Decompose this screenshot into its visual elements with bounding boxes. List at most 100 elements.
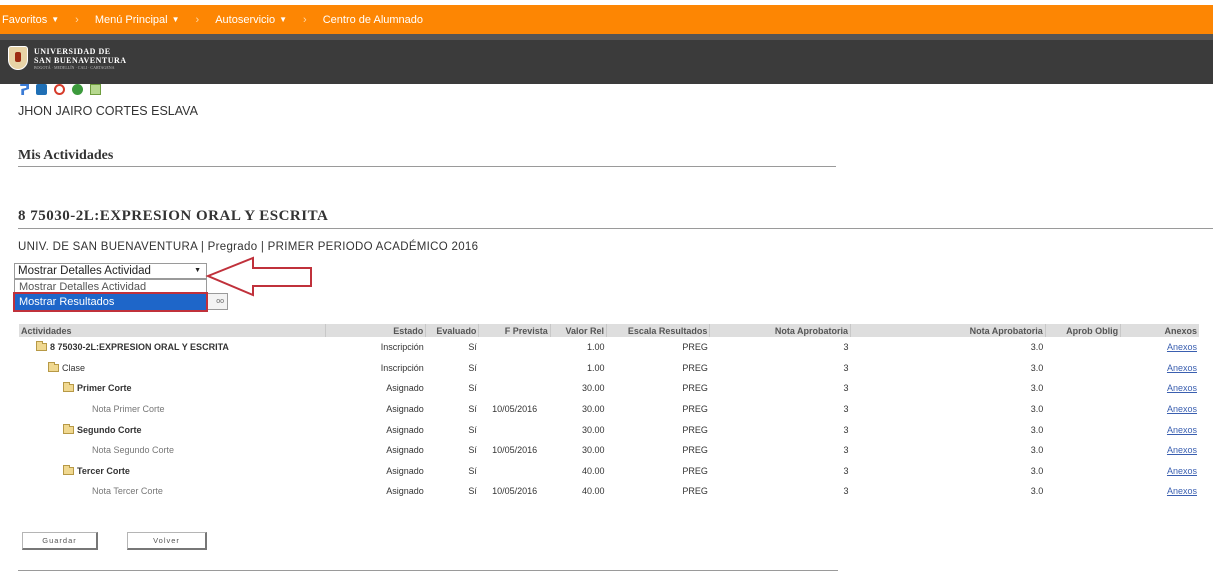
anexos-link[interactable]: Anexos: [1167, 383, 1197, 393]
table-row[interactable]: Nota Tercer Corte Asignado Sí 10/05/2016 40.…: [19, 481, 1199, 502]
course-subtitle: UNIV. DE SAN BUENAVENTURA | Pregrado | P…: [18, 241, 479, 253]
cell-escala: PREG: [682, 404, 708, 415]
table-row[interactable]: Clase Inscripción Sí 1.00 PREG 3 3.0 Anexos: [19, 358, 1199, 379]
col-f-prevista[interactable]: F Prevista: [478, 324, 551, 337]
cell-nota-aprobatoria: 3: [843, 362, 849, 373]
view-select-dropdown: Mostrar Detalles Actividad Mostrar Resul…: [13, 279, 208, 312]
info-icon[interactable]: [36, 84, 47, 95]
cell-actividad: Tercer Corte: [19, 461, 325, 482]
table-row[interactable]: Nota Segundo Corte Asignado Sí 10/05/2016 30…: [19, 440, 1199, 461]
cell-evaluado: Sí: [468, 342, 477, 353]
top-nav-items: Favoritos ▼ › Menú Principal ▼ › Autoservi…: [0, 5, 1213, 34]
cell-aprob-oblig: [1045, 399, 1120, 420]
table-row[interactable]: Nota Primer Corte Asignado Sí 10/05/2016 30.…: [19, 399, 1199, 420]
activity-name: Clase: [62, 362, 86, 373]
back-button[interactable]: Volver: [127, 532, 207, 550]
nav-autoservicio[interactable]: Autoservicio ▼: [215, 14, 287, 26]
col-escala-resultados[interactable]: Escala Resultados: [605, 324, 710, 337]
cell-valor-rel: 40.00: [581, 486, 605, 497]
nav-centro-alumnado[interactable]: Centro de Alumnado: [323, 14, 423, 26]
logo-line-2: SAN BUENAVENTURA: [34, 55, 127, 65]
chevron-down-icon: ▼: [279, 15, 288, 24]
cell-nota-aprobatoria: 3: [843, 465, 849, 476]
settings-icon[interactable]: [72, 84, 83, 95]
notepad-icon[interactable]: [90, 84, 101, 95]
cell-f-prevista: [479, 419, 550, 440]
anexos-link[interactable]: Anexos: [1167, 425, 1197, 435]
folder-icon[interactable]: [63, 423, 74, 434]
cell-f-prevista: 10/05/2016: [492, 404, 538, 415]
cell-nota-aprobatoria-2: 3.0: [1030, 362, 1044, 373]
course-divider: [18, 228, 1213, 229]
anexos-link[interactable]: Anexos: [1167, 445, 1197, 455]
col-anexos[interactable]: Anexos: [1120, 324, 1199, 337]
university-logo[interactable]: UNIVERSIDAD DE SAN BUENAVENTURA BOGOTÁ ·…: [8, 46, 127, 70]
table-row[interactable]: Tercer Corte Asignado Sí 40.00 PREG 3 3.0 Anexo…: [19, 461, 1199, 482]
cell-anexos: Anexos: [1121, 481, 1199, 502]
nav-menu-principal[interactable]: Menú Principal ▼: [95, 14, 180, 26]
anexos-link[interactable]: Anexos: [1167, 363, 1197, 373]
folder-icon[interactable]: [63, 464, 74, 475]
view-select-value: Mostrar Detalles Actividad: [18, 265, 151, 277]
cell-f-prevista: [479, 461, 550, 482]
folder-icon[interactable]: [48, 361, 59, 372]
chevron-down-icon: ▼: [194, 267, 201, 274]
col-valor-rel[interactable]: Valor Rel: [549, 324, 607, 337]
cell-evaluado: Sí: [468, 445, 477, 456]
nav-autoservicio-label: Autoservicio: [215, 13, 276, 26]
cell-estado: Asignado: [386, 424, 424, 435]
cell-anexos: Anexos: [1121, 358, 1199, 379]
cell-valor-rel: 30.00: [581, 383, 605, 394]
cell-estado: Asignado: [386, 445, 424, 456]
anexos-link[interactable]: Anexos: [1167, 342, 1197, 352]
table-row[interactable]: Primer Corte Asignado Sí 30.00 PREG 3 3.0 Anexo…: [19, 378, 1199, 399]
col-nota-aprobatoria-2[interactable]: Nota Aprobatoria: [850, 324, 1046, 337]
cell-evaluado: Sí: [468, 383, 477, 394]
table-header-row: Actividades Estado Evaluado F Prevista V…: [19, 324, 1199, 337]
logo-line-1: UNIVERSIDAD DE: [34, 46, 111, 56]
save-button[interactable]: Guardar: [22, 532, 98, 550]
folder-icon[interactable]: [63, 382, 74, 393]
toolbar-icons: [18, 84, 101, 95]
col-actividades[interactable]: Actividades: [19, 324, 326, 337]
cell-f-prevista: [479, 337, 550, 358]
anexos-link[interactable]: Anexos: [1167, 486, 1197, 496]
cell-estado: Asignado: [386, 383, 424, 394]
table-row[interactable]: Segundo Corte Asignado Sí 30.00 PREG 3 3.0 Anex…: [19, 419, 1199, 440]
anexos-link[interactable]: Anexos: [1167, 466, 1197, 476]
col-nota-aprobatoria[interactable]: Nota Aprobatoria: [709, 324, 851, 337]
cell-nota-aprobatoria-2: 3.0: [1030, 486, 1044, 497]
cell-f-prevista: 10/05/2016: [492, 486, 538, 497]
activities-table: Actividades Estado Evaluado F Prevista V…: [19, 324, 1199, 502]
cell-actividad: Segundo Corte: [19, 419, 325, 440]
option-mostrar-resultados[interactable]: Mostrar Resultados: [13, 292, 208, 312]
cell-f-prevista: 10/05/2016: [492, 445, 538, 456]
nav-menu-principal-label: Menú Principal: [94, 13, 168, 26]
help-icon[interactable]: [20, 84, 29, 95]
table-row[interactable]: 8 75030-2L:EXPRESION ORAL Y ESCRITA Inscr…: [19, 337, 1199, 358]
cell-anexos: Anexos: [1121, 440, 1199, 461]
col-aprob-oblig[interactable]: Aprob Oblig: [1044, 324, 1121, 337]
cell-aprob-oblig: [1045, 358, 1120, 379]
cell-valor-rel: 1.00: [586, 362, 605, 373]
folder-icon[interactable]: [36, 341, 47, 352]
cell-anexos: Anexos: [1121, 399, 1199, 420]
cell-aprob-oblig: [1045, 419, 1120, 440]
cell-nota-aprobatoria-2: 3.0: [1030, 424, 1044, 435]
col-estado[interactable]: Estado: [324, 324, 426, 337]
nav-separator: ›: [303, 13, 307, 26]
annotation-arrow-icon: [205, 256, 312, 297]
cell-escala: PREG: [682, 424, 708, 435]
view-select[interactable]: Mostrar Detalles Actividad ▼: [14, 263, 207, 279]
anexos-link[interactable]: Anexos: [1167, 404, 1197, 414]
cell-actividad: Primer Corte: [19, 378, 325, 399]
refresh-icon[interactable]: [54, 84, 65, 95]
nav-favoritos[interactable]: Favoritos ▼: [2, 14, 59, 26]
cell-nota-aprobatoria: 3: [843, 445, 849, 456]
cell-nota-aprobatoria-2: 3.0: [1030, 383, 1044, 394]
col-evaluado[interactable]: Evaluado: [425, 324, 479, 337]
cell-estado: Inscripción: [380, 342, 424, 353]
option-mostrar-detalles[interactable]: Mostrar Detalles Actividad: [15, 280, 206, 294]
cell-nota-aprobatoria: 3: [843, 404, 849, 415]
cell-anexos: Anexos: [1121, 337, 1199, 358]
